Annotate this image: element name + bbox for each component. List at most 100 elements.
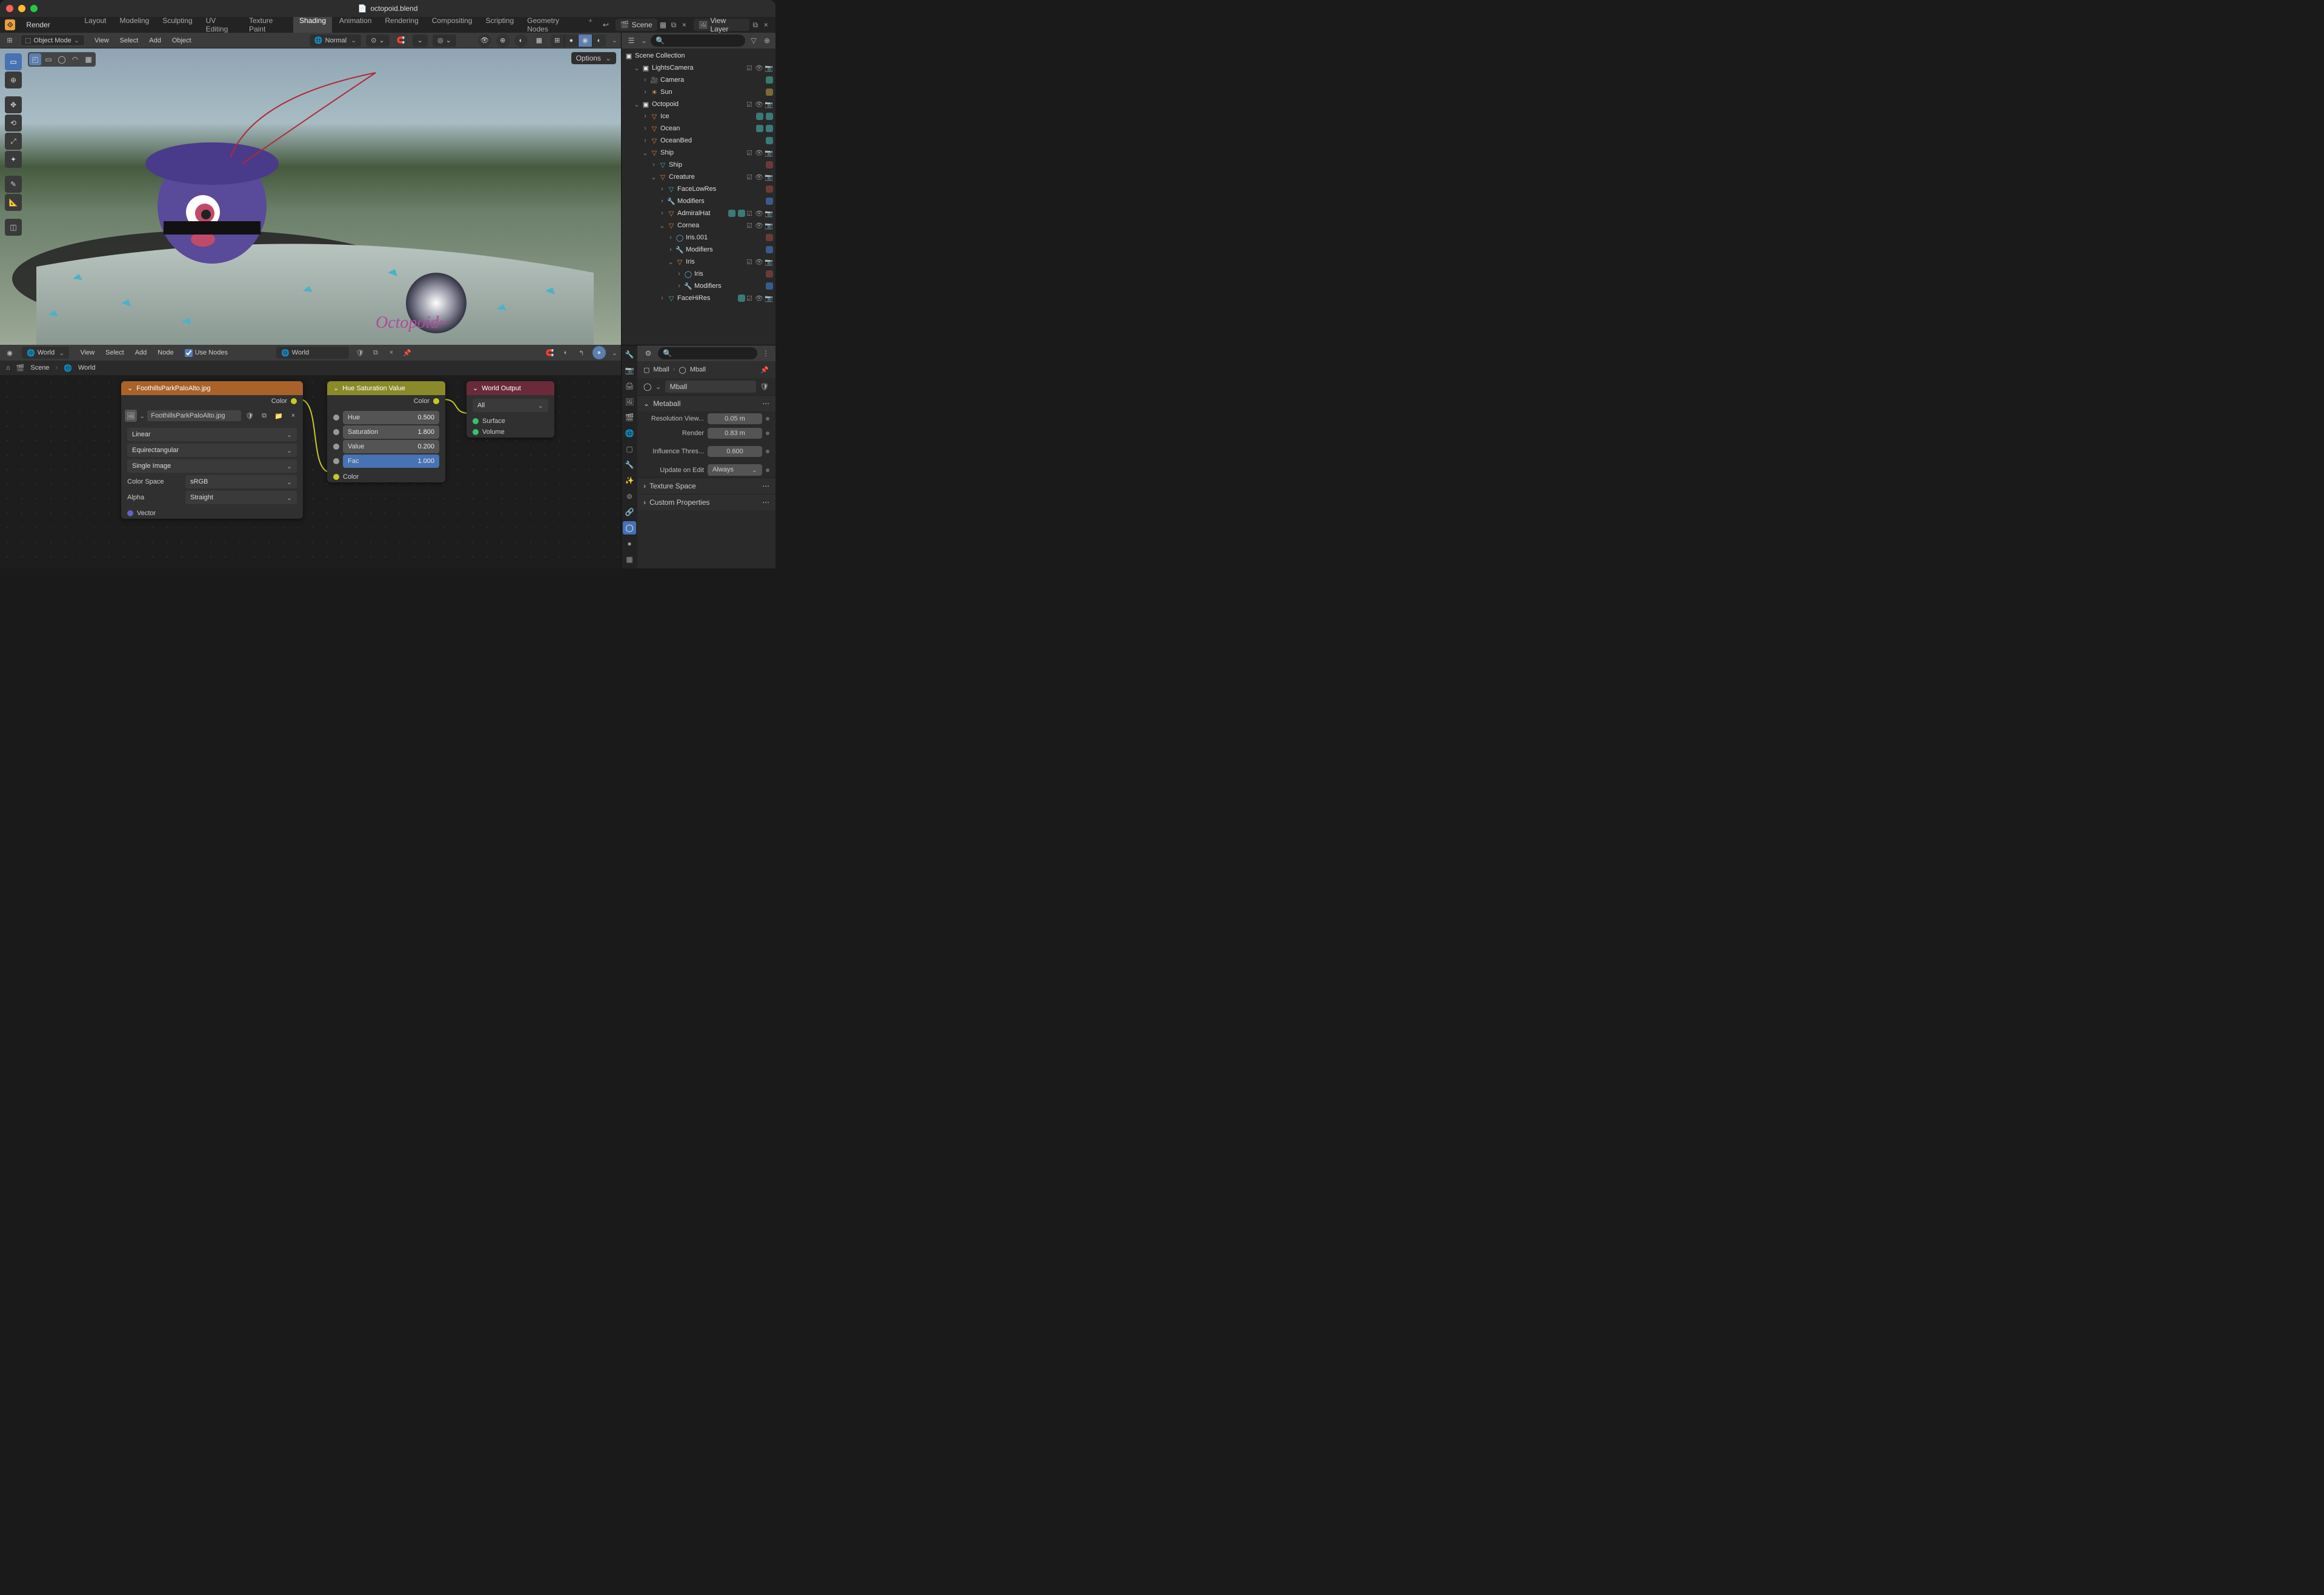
node-menu-add[interactable]: Add (130, 348, 152, 358)
hue-field[interactable]: Hue0.500 (343, 411, 439, 424)
viewport-menu-object[interactable]: Object (167, 36, 196, 45)
expander-icon[interactable]: › (658, 210, 666, 217)
render-tab-icon[interactable]: 📷 (623, 364, 636, 377)
collapse-icon[interactable] (127, 384, 133, 392)
breadcrumb-scene[interactable]: Scene (30, 364, 49, 371)
value-socket-icon[interactable] (333, 444, 339, 450)
blender-logo-icon[interactable]: ⟐ (5, 19, 15, 30)
overlay-toggle-icon[interactable]: ◐ (514, 34, 528, 47)
color-socket-icon[interactable] (333, 474, 339, 480)
tree-row[interactable]: ›FaceHiRes☑👁📷 (622, 292, 775, 304)
output-tab-icon[interactable]: 🖨 (623, 379, 636, 393)
expander-icon[interactable]: › (641, 88, 649, 96)
unlink-image-icon[interactable]: × (287, 410, 299, 422)
shading-mode-segmented[interactable]: ⊞ ● ◉ ◐ (551, 35, 606, 47)
tree-row[interactable]: ›Iris (622, 268, 775, 280)
backdrop-icon[interactable]: ● (593, 346, 606, 359)
tree-row[interactable]: ⌄Creature☑👁📷 (622, 171, 775, 183)
texture-tab-icon[interactable]: ▦ (623, 553, 636, 566)
fake-user-icon[interactable]: 🛡 (244, 410, 256, 422)
tree-row[interactable]: ›FaceLowRes (622, 183, 775, 195)
modifier-tab-icon[interactable]: 🔧 (623, 458, 636, 471)
use-nodes-checkbox[interactable]: Use Nodes (185, 349, 228, 357)
render-icon[interactable]: 📷 (765, 101, 773, 108)
object-tab-icon[interactable]: ▢ (623, 442, 636, 456)
viewport-menu-add[interactable]: Add (144, 36, 166, 45)
tree-row[interactable]: ⌄Cornea☑👁📷 (622, 219, 775, 231)
group-parent-icon[interactable]: ↰ (577, 348, 586, 358)
properties-search[interactable]: 🔍 (658, 347, 757, 359)
target-dropdown[interactable]: All (473, 399, 548, 412)
expander-icon[interactable]: ⌄ (649, 173, 658, 181)
expander-icon[interactable]: ⌄ (658, 222, 666, 230)
exclude-icon[interactable]: ☑ (745, 64, 754, 72)
node-hue-saturation[interactable]: Hue Saturation Value Color Hue0.500 Satu… (327, 381, 445, 482)
interpolation-dropdown[interactable]: Linear (127, 428, 297, 441)
datablock-name[interactable]: Mball (665, 381, 757, 393)
tree-row[interactable]: ›Iris.001 (622, 231, 775, 244)
viewlayer-selector[interactable]: 🖼 View Layer (694, 19, 749, 31)
node-menu-view[interactable]: View (75, 348, 99, 358)
anim-dot-icon[interactable] (766, 431, 769, 435)
wireframe-shading-icon[interactable]: ⊞ (551, 35, 564, 47)
shader-type-selector[interactable]: 🌐 World (22, 347, 69, 359)
scene-delete-icon[interactable]: × (680, 20, 689, 30)
panel-header[interactable]: Texture Space⋯ (637, 478, 775, 494)
expander-icon[interactable]: › (658, 295, 666, 302)
proportional-edit[interactable]: ◎⌄ (433, 35, 456, 47)
snap-icon[interactable]: 🧲 (545, 348, 555, 358)
scene-browse-icon[interactable]: ▦ (659, 20, 668, 30)
tree-row[interactable]: ›OceanBed (622, 135, 775, 147)
tree-row[interactable]: ›Ship (622, 159, 775, 171)
world-tab-icon[interactable]: 🌐 (623, 427, 636, 440)
expander-icon[interactable]: › (641, 137, 649, 144)
solid-shading-icon[interactable]: ● (565, 35, 578, 47)
viewport-menu-select[interactable]: Select (115, 36, 144, 45)
fac-field[interactable]: Fac1.000 (343, 455, 439, 468)
viewlayer-tab-icon[interactable]: 🖼 (623, 395, 636, 408)
image-browse-icon[interactable]: ⌄ (139, 412, 145, 420)
backdrop-options-icon[interactable]: ⌄ (612, 349, 617, 357)
menu-render[interactable]: Render (20, 18, 58, 32)
panel-menu-icon[interactable]: ⋯ (762, 482, 769, 490)
saturation-field[interactable]: Saturation1.800 (343, 425, 439, 439)
snap-options[interactable]: ⌄ (413, 35, 428, 47)
visibility-icon[interactable]: 👁 (755, 222, 763, 230)
influence-field[interactable]: 0.600 (708, 446, 762, 457)
visibility-icon[interactable]: 👁 (755, 101, 763, 108)
breadcrumb-world[interactable]: World (78, 364, 96, 371)
render-field[interactable]: 0.83 m (708, 428, 762, 439)
visibility-icon[interactable]: 👁 (755, 64, 763, 72)
tool-tab-icon[interactable]: 🔧 (623, 348, 636, 361)
image-thumb-icon[interactable]: 🖼 (125, 410, 137, 422)
node-menu-node[interactable]: Node (153, 348, 178, 358)
breadcrumb-data[interactable]: Mball (690, 366, 706, 373)
tree-row[interactable]: ›Modifiers (622, 244, 775, 256)
node-menu-select[interactable]: Select (101, 348, 129, 358)
expander-icon[interactable]: ⌄ (666, 258, 675, 266)
home-icon[interactable]: ⌂ (6, 364, 10, 371)
tree-row[interactable]: ›Sun (622, 86, 775, 98)
orientation-selector[interactable]: 🌐 Normal (310, 35, 361, 47)
fake-user-icon[interactable]: 🛡 (760, 382, 769, 391)
overlay-icon[interactable]: ◐ (561, 348, 571, 358)
exclude-icon[interactable]: ☑ (745, 210, 754, 218)
projection-dropdown[interactable]: Equirectangular (127, 444, 297, 457)
mode-selector[interactable]: Object Mode ⌄ (21, 35, 85, 46)
colorspace-dropdown[interactable]: sRGB (185, 475, 297, 488)
display-mode-icon[interactable]: ⌄ (641, 36, 647, 45)
render-icon[interactable]: 📷 (765, 149, 773, 157)
material-tab-icon[interactable]: ● (623, 537, 636, 550)
particle-tab-icon[interactable]: ✨ (623, 474, 636, 487)
anim-dot-icon[interactable] (766, 417, 769, 421)
render-icon[interactable]: 📷 (765, 258, 773, 266)
render-icon[interactable]: 📷 (765, 64, 773, 72)
value-socket-icon[interactable] (333, 429, 339, 435)
new-image-icon[interactable]: ⧉ (258, 410, 270, 422)
source-dropdown[interactable]: Single Image (127, 459, 297, 473)
exclude-icon[interactable]: ☑ (745, 101, 754, 108)
value-field[interactable]: Value0.200 (343, 440, 439, 453)
value-socket-icon[interactable] (333, 415, 339, 421)
panel-menu-icon[interactable]: ⋯ (762, 399, 769, 408)
anim-dot-icon[interactable] (766, 468, 769, 472)
